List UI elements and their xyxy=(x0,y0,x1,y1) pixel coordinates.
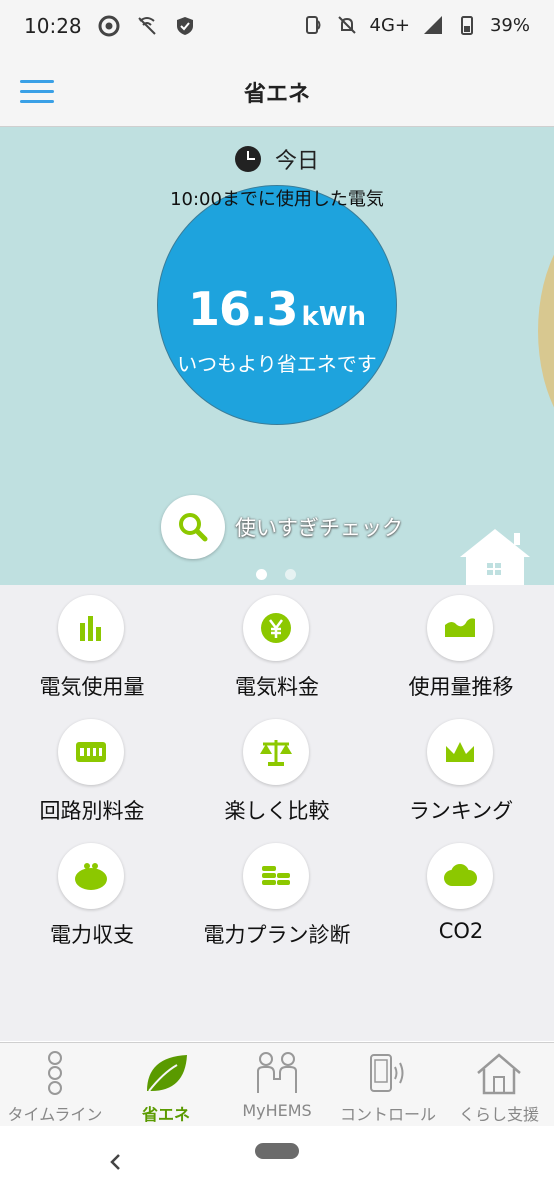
status-time: 10:28 xyxy=(24,14,82,38)
menu-circuit-fee[interactable]: 回路別料金 xyxy=(0,709,184,829)
tab-myhems[interactable]: MyHEMS xyxy=(222,1043,332,1127)
menu-ranking[interactable]: ランキング xyxy=(369,709,553,829)
cloud-glyph xyxy=(444,864,477,886)
purse-glyph xyxy=(75,863,107,890)
bar-chart-glyph xyxy=(80,616,101,641)
house-illustration xyxy=(460,529,530,585)
signal-icon xyxy=(423,16,442,34)
overuse-check-button[interactable]: 使いすぎチェック xyxy=(161,495,403,559)
menu-label: 電力プラン診断 xyxy=(203,923,351,947)
bottom-tab-bar: タイムライン 省エネ MyHEMS コントロール くらし支援 xyxy=(0,1042,554,1127)
people-icon xyxy=(222,1051,332,1095)
tab-life-support[interactable]: くらし支援 xyxy=(444,1043,554,1127)
house-glyph xyxy=(477,1053,521,1095)
back-icon[interactable] xyxy=(104,1150,128,1174)
usage-hero[interactable]: 16.3 kWh いつもより省エネです 今日 10:00までに使用した電気 使いす… xyxy=(0,127,554,585)
timeline-glyph xyxy=(48,1051,62,1095)
area-chart-glyph xyxy=(445,618,475,637)
menu-label: 電気料金 xyxy=(235,675,319,699)
carousel-dot-1[interactable] xyxy=(256,569,267,580)
coins-icon xyxy=(243,843,309,909)
overuse-check-label: 使いすぎチェック xyxy=(235,516,403,540)
today-label: 今日 xyxy=(274,149,319,174)
menu-label: 使用量推移 xyxy=(408,675,514,699)
carousel-dots[interactable] xyxy=(256,569,296,580)
page-title: 省エネ xyxy=(243,82,310,107)
tab-label: タイムライン xyxy=(7,1105,103,1124)
purse-icon xyxy=(58,843,124,909)
house-icon xyxy=(444,1051,554,1095)
crown-icon xyxy=(427,719,493,785)
scale-icon xyxy=(243,719,309,785)
scale-glyph xyxy=(260,740,292,766)
nfc-icon xyxy=(305,16,320,34)
shield-icon xyxy=(176,17,193,35)
menu-label: 電力収支 xyxy=(50,923,134,947)
phone-signal-icon xyxy=(333,1051,443,1095)
menu-plan-diagnosis[interactable]: 電力プラン診断 xyxy=(185,833,369,953)
menu-power-balance[interactable]: 電力収支 xyxy=(0,833,184,953)
menu-label: ランキング xyxy=(408,799,514,823)
yen-icon xyxy=(243,595,309,661)
leaf-icon xyxy=(111,1051,221,1095)
menu-label: 電気使用量 xyxy=(39,675,145,699)
tab-timeline[interactable]: タイムライン xyxy=(0,1043,110,1127)
phone-signal-glyph xyxy=(370,1054,404,1092)
menu-label: CO2 xyxy=(438,919,484,943)
area-chart-icon xyxy=(427,595,493,661)
app-bar: 省エネ xyxy=(0,56,554,127)
yen-glyph xyxy=(261,613,291,643)
menu-label: 楽しく比較 xyxy=(224,799,330,823)
usage-unit: kWh xyxy=(301,302,366,332)
tab-energy-saving[interactable]: 省エネ xyxy=(111,1043,221,1127)
next-card-peek[interactable] xyxy=(538,211,554,451)
menu-electricity-usage[interactable]: 電気使用量 xyxy=(0,585,184,705)
meter-glyph xyxy=(76,742,106,762)
leaf-glyph xyxy=(147,1055,187,1092)
cloud-icon xyxy=(427,843,493,909)
wireless-off-icon xyxy=(137,17,156,35)
home-button[interactable] xyxy=(255,1143,299,1159)
menu-co2[interactable]: CO2 xyxy=(369,833,553,953)
today-header: 今日 xyxy=(0,143,554,175)
system-nav-bar xyxy=(0,1126,554,1200)
status-left: 10:28 xyxy=(24,14,196,38)
menu-label: 回路別料金 xyxy=(39,799,145,823)
usage-circle[interactable]: 16.3 kWh いつもより省エネです xyxy=(157,185,397,425)
tab-control[interactable]: コントロール xyxy=(333,1043,443,1127)
meter-icon xyxy=(58,719,124,785)
menu-electricity-fee[interactable]: 電気料金 xyxy=(185,585,369,705)
network-type: 4G+ xyxy=(369,14,410,36)
until-text: 10:00までに使用した電気 xyxy=(170,189,384,210)
chrome-icon xyxy=(98,15,120,37)
clock-icon xyxy=(234,146,261,172)
search-icon xyxy=(179,513,208,542)
battery-percent: 39% xyxy=(489,14,530,36)
carousel-dot-2[interactable] xyxy=(285,569,296,580)
tab-label: MyHEMS xyxy=(242,1101,312,1120)
status-bar: 10:28 4G+ 39% xyxy=(0,0,554,56)
timeline-icon xyxy=(0,1051,110,1095)
people-glyph xyxy=(257,1052,297,1093)
tab-label: コントロール xyxy=(339,1105,436,1124)
tab-label: くらし支援 xyxy=(458,1105,539,1124)
bar-chart-icon xyxy=(58,595,124,661)
tab-label: 省エネ xyxy=(141,1105,190,1124)
crown-glyph xyxy=(446,742,474,762)
usage-message: いつもより省エネです xyxy=(177,352,377,376)
coins-glyph xyxy=(262,866,290,885)
search-button[interactable] xyxy=(161,495,225,559)
feature-menu: 電気使用量 電気料金 使用量推移 回路別料金 楽しく比較 ランキング 電力収支 … xyxy=(0,585,554,1041)
menu-usage-trend[interactable]: 使用量推移 xyxy=(369,585,553,705)
notifications-off-icon xyxy=(337,16,356,34)
menu-comparison[interactable]: 楽しく比較 xyxy=(185,709,369,829)
battery-icon xyxy=(460,16,473,35)
status-right: 4G+ 39% xyxy=(302,14,530,36)
usage-number: 16.3 xyxy=(188,282,298,336)
usage-value: 16.3 kWh xyxy=(158,282,396,336)
